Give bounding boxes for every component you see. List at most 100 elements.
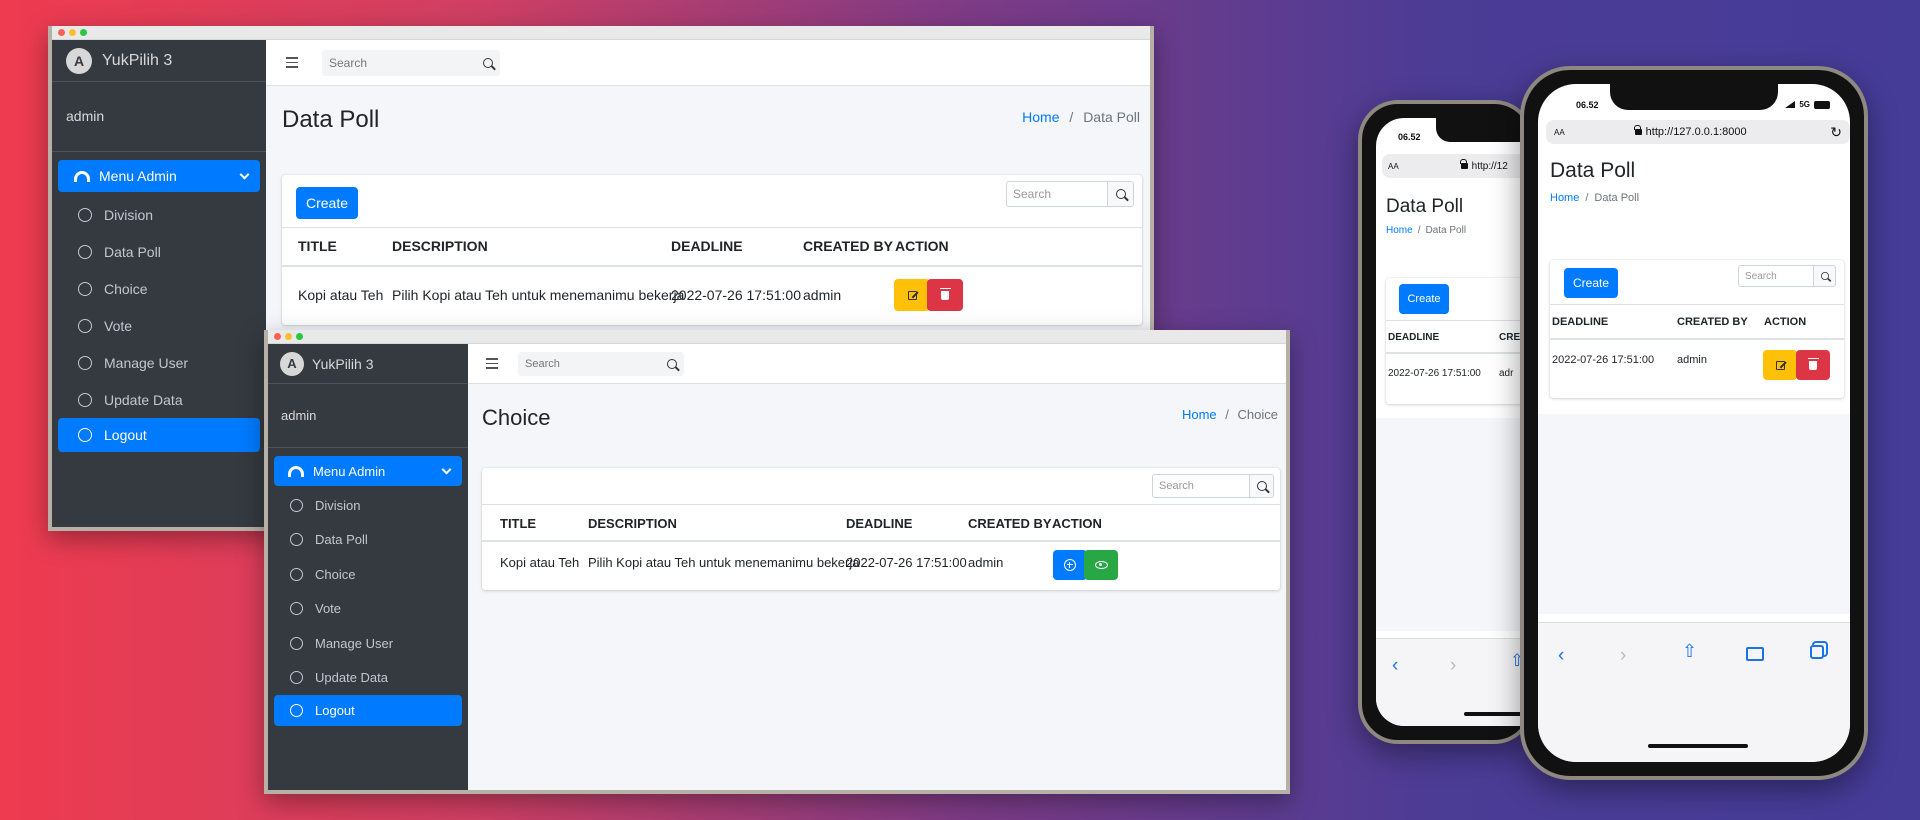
breadcrumb-home-link[interactable]: Home — [1550, 192, 1579, 204]
hamburger-menu-icon[interactable] — [486, 358, 498, 369]
breadcrumb-separator: / — [1225, 407, 1229, 422]
chevron-down-icon — [239, 169, 250, 180]
top-navbar: Search — [468, 344, 1286, 384]
tabs-icon[interactable] — [1810, 645, 1824, 659]
table-search-button[interactable] — [1813, 266, 1835, 286]
bookmarks-icon[interactable] — [1746, 647, 1764, 661]
brand[interactable]: A YukPilih 3 — [268, 344, 468, 384]
table-search-button[interactable] — [1249, 475, 1273, 497]
text-size-button[interactable]: AA — [1554, 128, 1565, 137]
delete-button[interactable] — [927, 279, 963, 311]
nav-item-choice[interactable]: Choice — [58, 270, 260, 307]
nav-label: Update Data — [104, 391, 183, 408]
reload-icon[interactable]: ↻ — [1830, 124, 1842, 141]
address-bar[interactable]: AA http://127.0.0.1:8000 ↻ — [1546, 120, 1850, 144]
maximize-dot-icon[interactable] — [296, 333, 303, 340]
col-title: TITLE — [298, 238, 337, 254]
status-time: 06.52 — [1398, 132, 1421, 142]
navbar-search-input[interactable]: Search — [518, 351, 684, 376]
nav-item-choice[interactable]: Choice — [274, 557, 462, 592]
table-search: Search — [1738, 265, 1836, 287]
search-icon[interactable] — [483, 57, 493, 68]
breadcrumb-home-link[interactable]: Home — [1182, 407, 1217, 422]
breadcrumb-separator: / — [1585, 192, 1589, 204]
nav-item-vote[interactable]: Vote — [58, 307, 260, 344]
menu-admin-toggle[interactable]: Menu Admin — [58, 160, 260, 192]
navbar-search-input[interactable]: Search — [322, 49, 500, 76]
view-button[interactable] — [1084, 550, 1118, 580]
breadcrumb-current: Data Poll — [1083, 109, 1140, 125]
cell-deadline: 2022-07-26 17:51:00 — [1552, 354, 1655, 366]
nav-item-data-poll[interactable]: Data Poll — [58, 233, 260, 270]
table-search-button[interactable] — [1107, 182, 1133, 206]
nav-item-division[interactable]: Division — [274, 488, 462, 523]
col-description: DESCRIPTION — [392, 238, 488, 254]
nav-item-data-poll[interactable]: Data Poll — [274, 523, 462, 558]
table-search-input[interactable]: Search — [1153, 475, 1249, 497]
nav-item-manage-user[interactable]: Manage User — [58, 344, 260, 381]
brand-logo-icon: A — [66, 47, 92, 74]
delete-button[interactable] — [1796, 350, 1830, 380]
add-choice-button[interactable] — [1053, 550, 1087, 580]
table-search-input[interactable]: Search — [1739, 266, 1813, 286]
address-url: http://12 — [1471, 160, 1508, 172]
nav-item-logout[interactable]: Logout — [58, 418, 260, 452]
nav-item-vote[interactable]: Vote — [274, 592, 462, 627]
breadcrumb-separator: / — [1069, 109, 1074, 125]
search-icon[interactable] — [667, 358, 677, 369]
search-placeholder: Search — [329, 55, 368, 70]
nav-item-manage-user[interactable]: Manage User — [274, 626, 462, 661]
col-deadline: DEADLINE — [846, 516, 913, 531]
table-search-input[interactable]: Search — [1007, 182, 1107, 206]
col-action: ACTION — [1052, 516, 1102, 531]
window-titlebar — [52, 26, 1150, 40]
back-icon[interactable]: ‹ — [1392, 655, 1398, 677]
create-button[interactable]: Create — [1399, 284, 1449, 314]
nav-label: Data Poll — [104, 243, 161, 260]
cell-description: Pilih Kopi atau Teh untuk menemanimu bek… — [392, 287, 685, 303]
circle-icon — [78, 281, 92, 296]
cell-created-by: admin — [1677, 354, 1707, 366]
user-panel[interactable]: admin — [268, 384, 468, 448]
circle-icon — [290, 498, 303, 512]
phone-front-screen: 06.52 5G AA http://127.0.0.1:8000 ↻ Data… — [1538, 84, 1850, 762]
divider — [282, 227, 1142, 228]
edit-button[interactable] — [1763, 350, 1797, 380]
maximize-dot-icon[interactable] — [80, 29, 87, 36]
phone-back: 06.52 AA http://12 Data Poll Home / Data P… — [1358, 100, 1534, 744]
hamburger-menu-icon[interactable] — [286, 57, 298, 68]
breadcrumb-home-link[interactable]: Home — [1386, 225, 1413, 236]
brand[interactable]: A YukPilih 3 — [52, 40, 266, 82]
text-size-button[interactable]: AA — [1388, 162, 1399, 171]
nav-item-division[interactable]: Division — [58, 196, 260, 233]
share-icon[interactable]: ⇧ — [1682, 641, 1697, 662]
cell-description: Pilih Kopi atau Teh untuk menemanimu bek… — [588, 555, 860, 570]
close-dot-icon[interactable] — [58, 29, 65, 36]
menu-admin-toggle[interactable]: Menu Admin — [274, 456, 462, 486]
minimize-dot-icon[interactable] — [69, 29, 76, 36]
user-panel[interactable]: admin — [52, 82, 266, 152]
forward-icon[interactable]: › — [1450, 655, 1456, 677]
home-indicator[interactable] — [1648, 744, 1748, 748]
minimize-dot-icon[interactable] — [285, 333, 292, 340]
nav-label: Update Data — [315, 670, 388, 686]
create-button[interactable]: Create — [296, 187, 358, 219]
circle-icon — [290, 602, 303, 616]
menu-admin-label: Menu Admin — [313, 463, 386, 479]
breadcrumb-home-link[interactable]: Home — [1022, 109, 1059, 125]
nav-label: Vote — [104, 317, 133, 334]
battery-icon — [1814, 100, 1830, 109]
nav-item-logout[interactable]: Logout — [274, 695, 462, 726]
close-dot-icon[interactable] — [274, 333, 281, 340]
nav-item-update-data[interactable]: Update Data — [274, 661, 462, 696]
forward-icon[interactable]: › — [1620, 645, 1626, 667]
edit-button[interactable] — [894, 279, 930, 311]
table-search: Search — [1152, 474, 1274, 498]
create-button[interactable]: Create — [1564, 268, 1618, 298]
nav-item-update-data[interactable]: Update Data — [58, 381, 260, 418]
status-signal: 5G — [1785, 100, 1830, 109]
circle-icon — [78, 392, 92, 407]
address-bar[interactable]: AA http://12 — [1382, 154, 1530, 178]
back-icon[interactable]: ‹ — [1558, 645, 1564, 667]
cell-title: Kopi atau Teh — [500, 555, 580, 570]
